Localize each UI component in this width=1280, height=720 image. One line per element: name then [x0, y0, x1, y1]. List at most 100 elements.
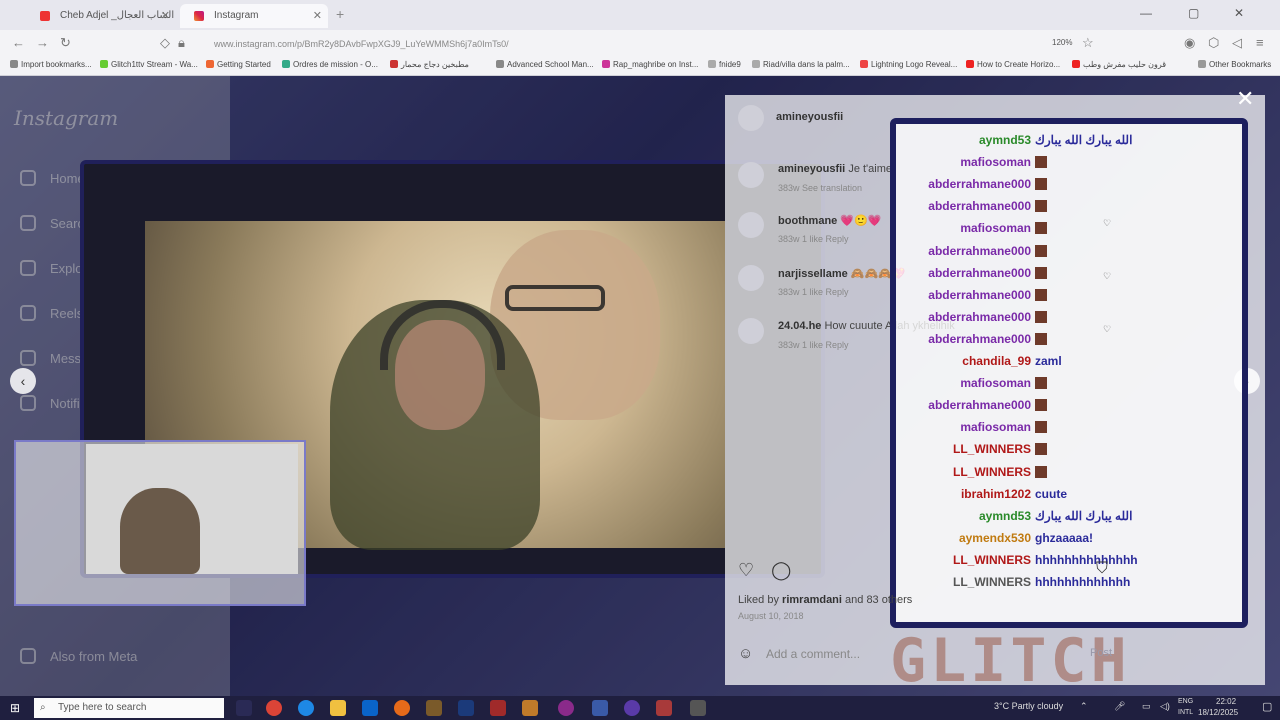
chat-username[interactable]: LL_WINNERS	[895, 553, 1031, 567]
close-tab-icon[interactable]: ✕	[313, 4, 322, 28]
bookmark-item[interactable]: مطبخين دجاج محمار	[390, 60, 469, 69]
bookmark-item[interactable]: Getting Started	[206, 60, 271, 69]
task-view-icon[interactable]	[236, 700, 252, 716]
chat-username[interactable]: abderrahmane000	[895, 244, 1031, 258]
notifications-icon[interactable]: ▢	[1262, 700, 1272, 713]
chat-username[interactable]: abderrahmane000	[895, 177, 1031, 191]
chat-username[interactable]: abderrahmane000	[895, 332, 1031, 346]
like-icon[interactable]: ♡	[738, 560, 754, 580]
tab-cheb-adjel[interactable]: Cheb Adjel _الشاب العجال -Halel ✕	[26, 4, 176, 28]
taskbar-search[interactable]: ⌕ Type here to search	[34, 698, 224, 718]
extensions-icon[interactable]: ⬡	[1208, 35, 1219, 51]
file-explorer-icon[interactable]	[330, 700, 346, 716]
previous-post-icon[interactable]: ‹	[10, 368, 36, 394]
shield-icon[interactable]: ◇	[160, 35, 170, 51]
chat-username[interactable]: mafiosoman	[895, 420, 1031, 434]
comment-input[interactable]: ☺ Add a comment...	[738, 645, 1138, 662]
chat-username[interactable]: LL_WINNERS	[895, 575, 1031, 589]
avatar[interactable]	[738, 318, 764, 344]
volume-icon[interactable]: ◁)	[1160, 701, 1170, 712]
chat-username[interactable]: LL_WINNERS	[895, 442, 1031, 456]
comment-meta[interactable]: 383w 1 like Reply	[778, 234, 849, 244]
chat-username[interactable]: mafiosoman	[895, 155, 1031, 169]
bookmark-item[interactable]: Ordres de mission - O...	[282, 60, 378, 69]
bookmark-star-icon[interactable]: ☆	[1082, 35, 1094, 51]
bookmark-item[interactable]: fnide9	[708, 60, 741, 69]
chat-username[interactable]: abderrahmane000	[895, 288, 1031, 302]
clock[interactable]: 22:02 18/12/2025	[1198, 696, 1238, 718]
like-comment-icon[interactable]: ♡	[1103, 271, 1111, 282]
maximize-icon[interactable]: ▢	[1188, 6, 1199, 20]
bookmark-item[interactable]: Rap_maghribe on Inst...	[602, 60, 698, 69]
comment-meta[interactable]: 383w 1 like Reply	[778, 287, 849, 297]
post-comment-button[interactable]: Post	[1090, 647, 1112, 659]
zoom-level[interactable]: 120%	[1052, 38, 1072, 47]
menu-icon[interactable]: ≡	[1256, 35, 1264, 50]
chat-username[interactable]: chandila_99	[895, 354, 1031, 368]
steam-icon[interactable]	[458, 700, 474, 716]
like-comment-icon[interactable]: ♡	[1103, 324, 1111, 335]
comment-user[interactable]: boothmane 💗🙂💗	[778, 214, 881, 227]
close-tab-icon[interactable]: ✕	[161, 4, 170, 28]
bookmark-item[interactable]: Riad/villa dans la palm...	[752, 60, 850, 69]
network-icon[interactable]: ▭	[1142, 701, 1151, 712]
forward-icon[interactable]: →	[36, 35, 49, 50]
back-icon[interactable]: ←	[12, 35, 25, 50]
reload-icon[interactable]: ↻	[60, 35, 71, 51]
app-icon[interactable]	[656, 700, 672, 716]
app-icon[interactable]	[426, 700, 442, 716]
avatar[interactable]	[738, 212, 764, 238]
app-icon[interactable]	[522, 700, 538, 716]
chrome-icon[interactable]	[266, 700, 282, 716]
microphone-icon[interactable]: 🎤︎	[1114, 701, 1125, 712]
author-avatar[interactable]	[738, 105, 764, 131]
discord-icon[interactable]	[624, 700, 640, 716]
comment-meta[interactable]: 383w See translation	[778, 183, 862, 193]
bookmark-item[interactable]: Import bookmarks...	[10, 60, 92, 69]
comment-user[interactable]: amineyousfii Je t'aime	[778, 163, 892, 175]
firefox-icon[interactable]	[394, 700, 410, 716]
bookmark-item[interactable]: Lightning Logo Reveal...	[860, 60, 957, 69]
comment-icon[interactable]: ◯	[771, 560, 791, 580]
bookmark-item[interactable]: How to Create Horizo...	[966, 60, 1060, 69]
chat-username[interactable]: aymendx530	[895, 531, 1031, 545]
chat-username[interactable]: aymnd53	[895, 509, 1031, 523]
outlook-icon[interactable]	[362, 700, 378, 716]
chat-username[interactable]: aymnd53	[895, 133, 1031, 147]
chat-username[interactable]: abderrahmane000	[895, 266, 1031, 280]
bookmark-item[interactable]: Advanced School Man...	[496, 60, 594, 69]
input-language[interactable]: ENG INTL	[1178, 696, 1193, 718]
chat-username[interactable]: LL_WINNERS	[895, 465, 1031, 479]
audio-icon[interactable]: ◁	[1232, 35, 1242, 51]
bookmark-item[interactable]: قرون حليب مفرش وطب	[1072, 60, 1166, 69]
windows-start-icon[interactable]: ⊞	[10, 701, 20, 715]
chat-username[interactable]: ibrahim1202	[895, 487, 1031, 501]
like-comment-icon[interactable]: ♡	[1103, 218, 1111, 229]
comment-meta[interactable]: 383w 1 like Reply	[778, 340, 849, 350]
edge-icon[interactable]	[298, 700, 314, 716]
close-window-icon[interactable]: ✕	[1234, 6, 1244, 20]
chat-username[interactable]: abderrahmane000	[895, 398, 1031, 412]
emoji-icon[interactable]: ☺	[738, 645, 753, 662]
app-icon[interactable]	[490, 700, 506, 716]
save-icon[interactable]: ⛉	[1096, 560, 1108, 578]
new-tab-icon[interactable]: +	[336, 6, 344, 22]
other-bookmarks[interactable]: Other Bookmarks	[1198, 60, 1271, 69]
likes-summary[interactable]: Liked by rimramdani and 83 others	[738, 594, 912, 606]
url-bar[interactable]: www.instagram.com/p/BmR2y8DAvbFwpXGJ9_Lu…	[214, 35, 1014, 53]
app-icon[interactable]	[690, 700, 706, 716]
avatar[interactable]	[738, 162, 764, 188]
avatar[interactable]	[738, 265, 764, 291]
app-icon[interactable]	[592, 700, 608, 716]
chat-username[interactable]: abderrahmane000	[895, 310, 1031, 324]
pocket-icon[interactable]: ◉	[1184, 35, 1195, 51]
obs-icon[interactable]	[558, 700, 574, 716]
comment-user[interactable]: narjissellame 🙈🙈🙈💖	[778, 267, 906, 280]
chat-username[interactable]: abderrahmane000	[895, 199, 1031, 213]
chat-username[interactable]: mafiosoman	[895, 221, 1031, 235]
tray-up-icon[interactable]: ⌃	[1080, 701, 1088, 712]
weather-widget[interactable]: 3°C Partly cloudy	[994, 701, 1063, 711]
chat-username[interactable]: mafiosoman	[895, 376, 1031, 390]
tab-instagram[interactable]: Instagram ✕	[180, 4, 328, 28]
bookmark-item[interactable]: Glitch1ttv Stream - Wa...	[100, 60, 198, 69]
